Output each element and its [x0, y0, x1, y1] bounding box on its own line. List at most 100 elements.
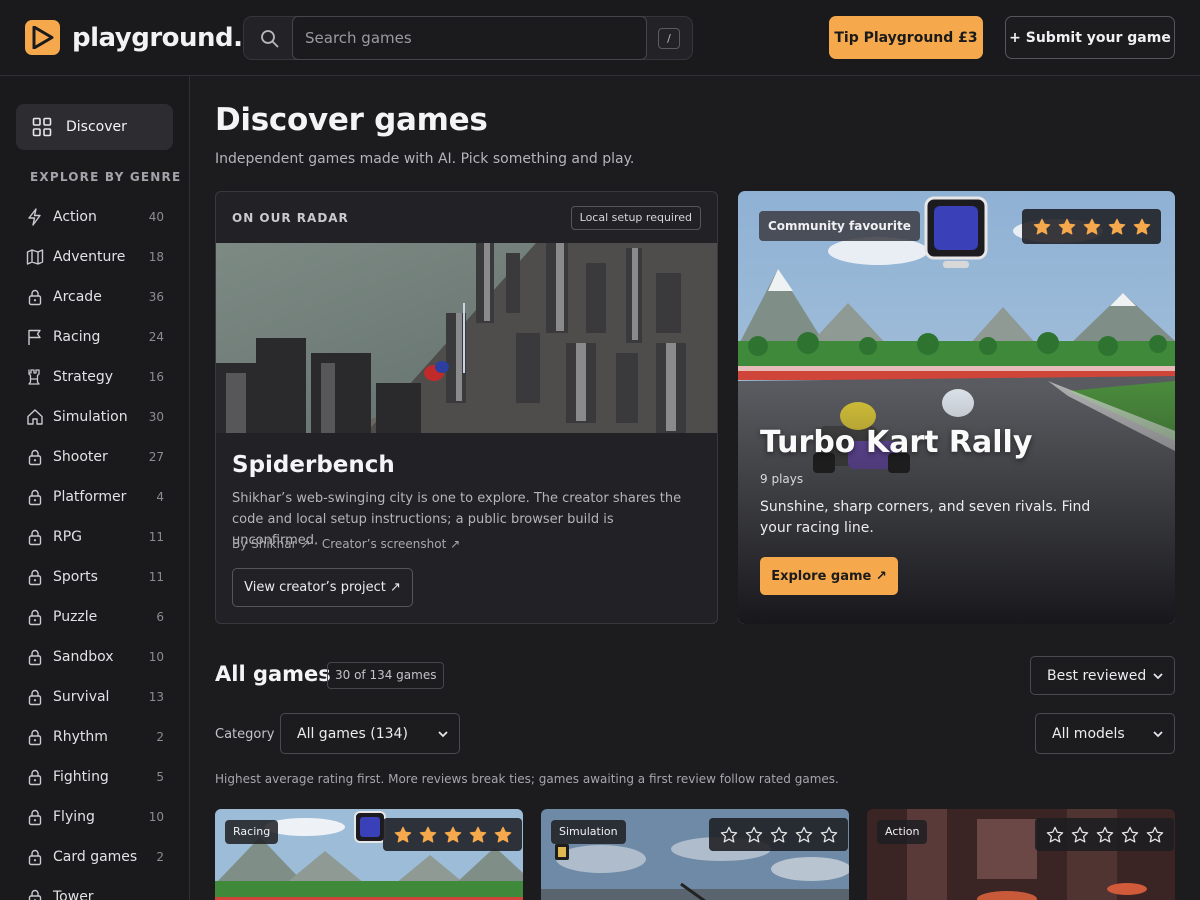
sidebar-item-card-games[interactable]: Card games 2	[0, 837, 189, 877]
lock-icon	[26, 608, 44, 626]
featured-play-count: 9 plays	[760, 472, 804, 486]
radar-card: ON OUR RADAR Local setup required Spider…	[215, 191, 718, 624]
genre-name: Platformer	[53, 489, 127, 505]
logo[interactable]: playground.	[25, 20, 243, 55]
star-empty-icon	[1067, 822, 1092, 847]
sidebar-item-sports[interactable]: Sports 11	[0, 557, 189, 597]
radar-credits[interactable]: By Shikhar ↗ · Creator’s screenshot ↗	[232, 537, 460, 551]
models-select[interactable]: All models	[1035, 713, 1175, 754]
genre-count: 11	[148, 570, 164, 584]
genre-name: Flying	[53, 809, 95, 825]
sidebar-item-arcade[interactable]: Arcade 36	[0, 277, 189, 317]
chevron-down-icon	[438, 730, 448, 737]
sidebar-item-flying[interactable]: Flying 10	[0, 797, 189, 837]
sidebar-item-platformer[interactable]: Platformer 4	[0, 477, 189, 517]
radar-game-title[interactable]: Spiderbench	[232, 452, 395, 478]
lock-icon	[26, 488, 44, 506]
sidebar-item-puzzle[interactable]: Puzzle 6	[0, 597, 189, 637]
category-select-value: All games (134)	[297, 725, 408, 742]
star-filled-icon	[1029, 214, 1054, 239]
genre-count: 40	[148, 210, 164, 224]
genre-count: 18	[148, 250, 164, 264]
genre-name: RPG	[53, 529, 83, 545]
lock-icon	[26, 688, 44, 706]
grid-icon	[32, 117, 52, 137]
sidebar-item-sandbox[interactable]: Sandbox 10	[0, 637, 189, 677]
genre-count: 36	[148, 290, 164, 304]
map-icon	[26, 248, 44, 266]
lock-icon	[26, 728, 44, 746]
genre-name: Survival	[53, 689, 110, 705]
star-rating	[383, 818, 522, 851]
genre-name: Strategy	[53, 369, 113, 385]
genre-name: Tower	[53, 889, 94, 900]
star-filled-icon	[1104, 214, 1129, 239]
genre-count: 30	[148, 410, 164, 424]
genre-name: Rhythm	[53, 729, 108, 745]
sidebar-item-strategy[interactable]: Strategy 16	[0, 357, 189, 397]
genre-count: 10	[148, 650, 164, 664]
sort-select-value: Best reviewed	[1047, 667, 1147, 684]
genre-name: Fighting	[53, 769, 109, 785]
chevron-down-icon	[1153, 730, 1163, 737]
lock-icon	[26, 808, 44, 826]
star-filled-icon	[465, 822, 490, 847]
featured-card[interactable]: Community favourite Turbo Kart Rally 9 p…	[738, 191, 1175, 624]
genre-tag: Simulation	[551, 820, 626, 844]
game-card[interactable]: Racing	[215, 809, 523, 900]
spiderbench-screenshot[interactable]	[216, 243, 718, 433]
sidebar-item-adventure[interactable]: Adventure 18	[0, 237, 189, 277]
category-select[interactable]: All games (134)	[280, 713, 460, 754]
sidebar-item-shooter[interactable]: Shooter 27	[0, 437, 189, 477]
all-games-heading: All games	[215, 662, 331, 686]
genre-count: 11	[148, 530, 164, 544]
search-input[interactable]	[292, 16, 647, 60]
sidebar-item-fighting[interactable]: Fighting 5	[0, 757, 189, 797]
genre-name: Shooter	[53, 449, 108, 465]
sidebar-item-simulation[interactable]: Simulation 30	[0, 397, 189, 437]
sidebar-item-tower[interactable]: Tower	[0, 877, 189, 900]
sort-select[interactable]: Best reviewed	[1030, 656, 1175, 695]
genre-count: 4	[156, 490, 164, 504]
lock-icon	[26, 848, 44, 866]
tip-button[interactable]: Tip Playground £3	[829, 16, 983, 59]
star-empty-icon	[766, 822, 791, 847]
star-empty-icon	[1092, 822, 1117, 847]
sidebar-item-rpg[interactable]: RPG 11	[0, 517, 189, 557]
search-shortcut-key: /	[658, 28, 680, 49]
view-project-button[interactable]: View creator’s project ↗	[232, 568, 413, 607]
genre-count: 5	[156, 770, 164, 784]
star-filled-icon	[1054, 214, 1079, 239]
genre-heading: EXPLORE BY GENRE	[30, 170, 182, 184]
star-empty-icon	[1142, 822, 1167, 847]
lock-icon	[26, 648, 44, 666]
local-setup-badge: Local setup required	[570, 206, 701, 230]
lock-icon	[26, 768, 44, 786]
brand-name: playground.	[72, 22, 243, 53]
lock-icon	[26, 288, 44, 306]
sidebar-item-rhythm[interactable]: Rhythm 2	[0, 717, 189, 757]
featured-game-title[interactable]: Turbo Kart Rally	[760, 425, 1032, 460]
genre-list: Action 40 Adventure 18 Arcade 36 Racing 24 Strat…	[0, 197, 189, 900]
lock-icon	[26, 528, 44, 546]
bolt-icon	[26, 208, 44, 226]
submit-game-button[interactable]: + Submit your game	[1005, 16, 1175, 59]
sidebar-item-discover[interactable]: Discover	[16, 104, 173, 150]
genre-count: 2	[156, 850, 164, 864]
top-header: playground. / Tip Playground £3 + Submit…	[0, 0, 1200, 76]
star-empty-icon	[741, 822, 766, 847]
explore-game-button[interactable]: Explore game ↗	[760, 557, 898, 595]
sidebar-item-action[interactable]: Action 40	[0, 197, 189, 237]
genre-name: Puzzle	[53, 609, 98, 625]
genre-name: Sports	[53, 569, 98, 585]
sidebar-item-racing[interactable]: Racing 24	[0, 317, 189, 357]
featured-description: Sunshine, sharp corners, and seven rival…	[760, 499, 1091, 536]
star-rating	[709, 818, 848, 851]
game-card[interactable]: Action	[867, 809, 1175, 900]
category-label: Category	[215, 727, 275, 742]
chevron-down-icon	[1153, 672, 1163, 679]
game-card[interactable]: Simulation	[541, 809, 849, 900]
star-filled-icon	[490, 822, 515, 847]
sidebar-item-survival[interactable]: Survival 13	[0, 677, 189, 717]
genre-count: 27	[148, 450, 164, 464]
